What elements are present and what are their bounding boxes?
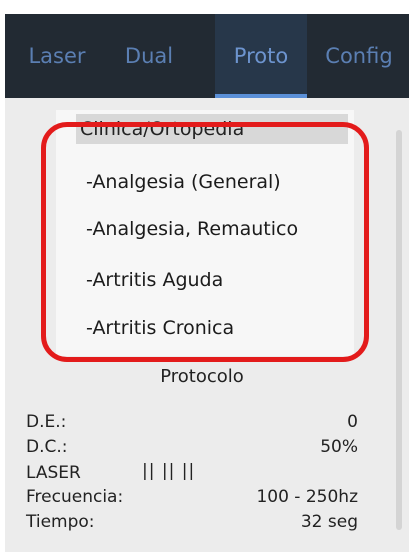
info-row-dc: D.C.: 50% bbox=[26, 437, 358, 461]
tab-dual-label: Dual bbox=[124, 44, 174, 68]
tab-bar: Laser Dual Proto Config bbox=[5, 14, 409, 98]
tab-laser[interactable]: Laser bbox=[5, 14, 109, 98]
tab-proto-label: Proto bbox=[233, 44, 289, 68]
de-value: 0 bbox=[347, 412, 358, 432]
tab-dual[interactable]: Dual bbox=[109, 14, 189, 98]
dc-label: D.C.: bbox=[26, 437, 68, 457]
tab-config[interactable]: Config bbox=[309, 14, 409, 98]
info-row-frecuencia: Frecuencia: 100 - 250hz bbox=[26, 487, 358, 511]
tab-laser-label: Laser bbox=[28, 44, 86, 68]
frecuencia-label: Frecuencia: bbox=[26, 487, 124, 507]
info-row-tiempo: Tiempo: 32 seg bbox=[26, 512, 358, 536]
info-row-de: D.E.: 0 bbox=[26, 412, 358, 436]
laser-bars-indicator: || || || bbox=[142, 461, 196, 481]
scrollbar[interactable] bbox=[396, 130, 402, 530]
tiempo-value: 32 seg bbox=[300, 512, 358, 532]
dc-value: 50% bbox=[320, 437, 358, 457]
protocol-info-title: Protocolo bbox=[160, 366, 244, 387]
frecuencia-value: 100 - 250hz bbox=[256, 487, 358, 507]
tab-proto[interactable]: Proto bbox=[215, 14, 307, 98]
tiempo-label: Tiempo: bbox=[26, 512, 95, 532]
tab-config-label: Config bbox=[325, 44, 393, 68]
laser-label: LASER bbox=[26, 463, 81, 483]
de-label: D.E.: bbox=[26, 412, 67, 432]
annotation-highlight-box bbox=[41, 122, 369, 362]
active-tab-indicator bbox=[215, 94, 307, 98]
